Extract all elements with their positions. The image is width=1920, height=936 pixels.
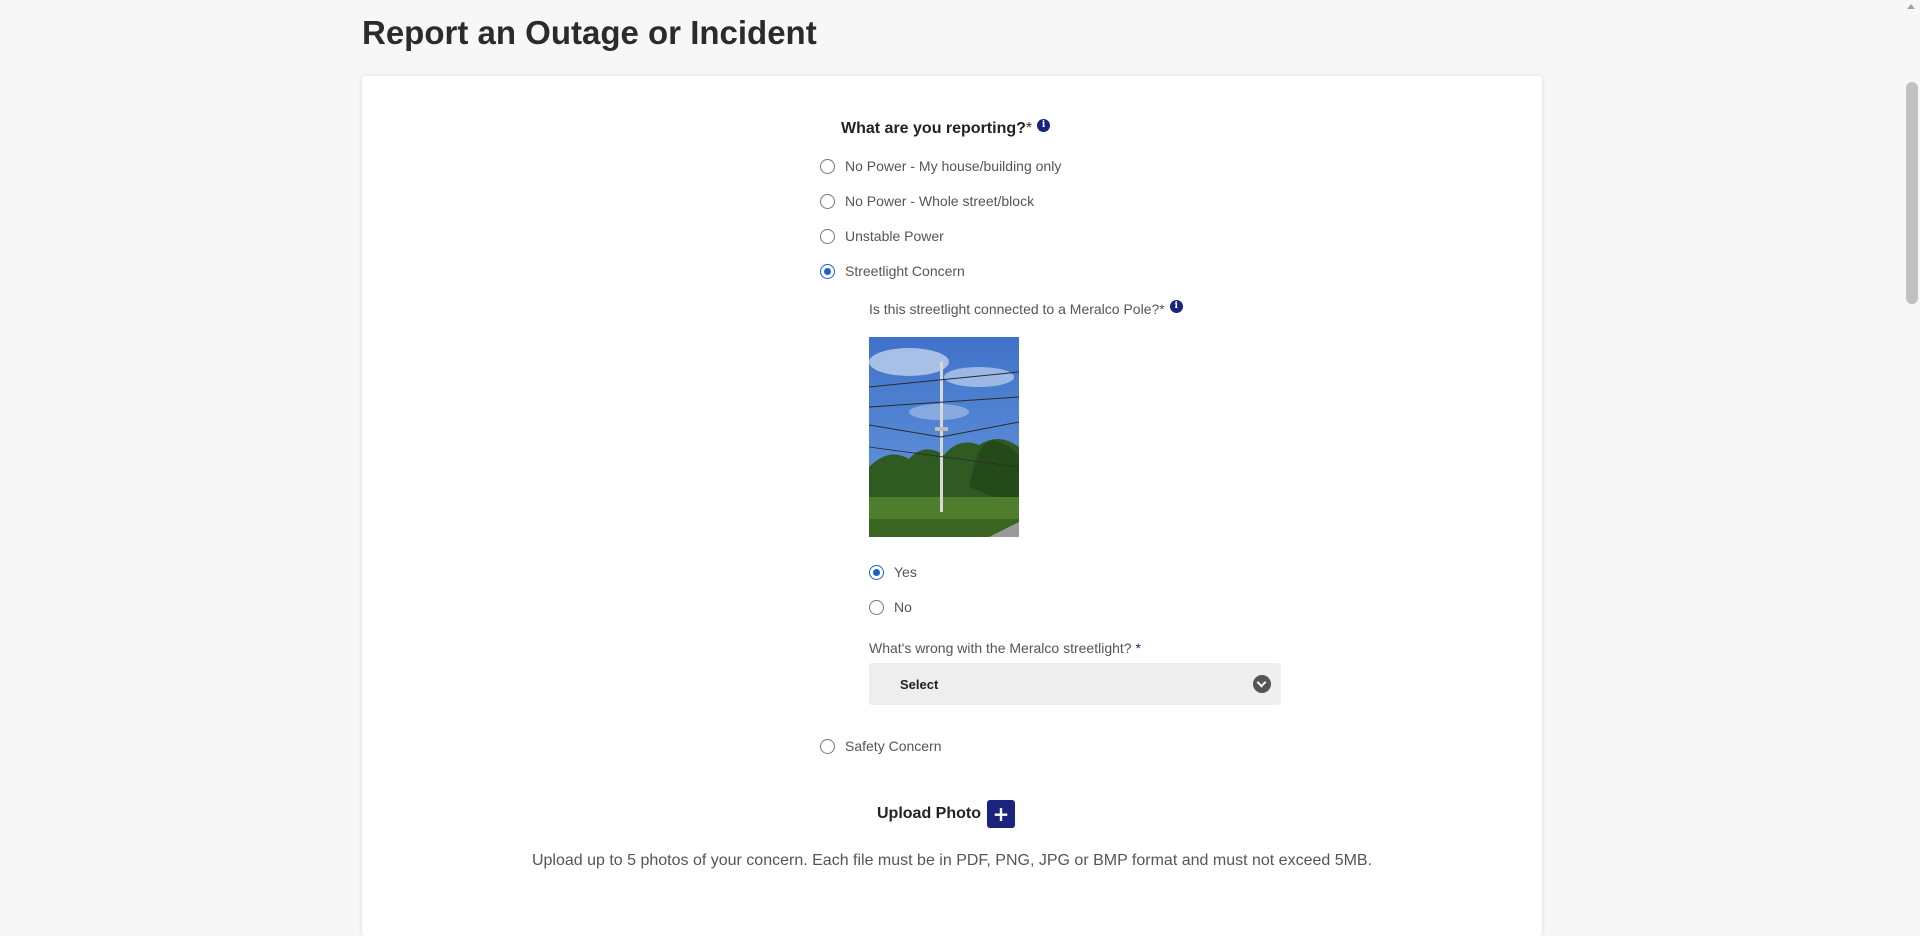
select-value: Select [900,676,939,692]
page-title: Report an Outage or Incident [362,14,817,51]
upload-photo-label: Upload Photo [877,805,981,822]
streetlight-problem-label-text: What's wrong with the Meralco streetligh… [869,640,1132,656]
option-label: Unstable Power [845,228,944,244]
option-label: Safety Concern [845,738,942,754]
radio-pole-no[interactable] [869,599,884,615]
streetlight-pole-question-label: Is this streetlight connected to a Meral… [869,301,1165,317]
radio-pole-yes[interactable] [869,564,884,580]
upload-instructions: Upload up to 5 photos of your concern. E… [531,852,1373,869]
radio-unstable-power[interactable] [820,228,835,244]
radio-streetlight-concern[interactable] [820,263,835,279]
option-label: No Power - My house/building only [845,158,1062,174]
scroll-up-arrow-icon[interactable] [1907,4,1915,9]
option-unstable-power[interactable]: Unstable Power [820,228,944,244]
option-pole-yes[interactable]: Yes [869,564,917,580]
option-streetlight-concern[interactable]: Streetlight Concern [820,263,965,279]
streetlight-problem-select[interactable]: Select [869,663,1281,705]
report-type-question: What are you reporting? * i [841,119,1051,138]
info-icon[interactable]: i [1169,300,1183,313]
utility-pole-photo [869,337,1019,537]
chevron-down-icon [1253,675,1271,693]
scrollbar-thumb[interactable] [1906,82,1918,304]
add-photo-button[interactable]: + [986,800,1015,828]
option-no-power-house[interactable]: No Power - My house/building only [820,158,1061,174]
option-pole-no[interactable]: No [869,599,912,615]
option-label: Yes [894,564,917,580]
streetlight-problem-label: What's wrong with the Meralco streetligh… [869,640,1141,656]
radio-no-power-house[interactable] [820,158,835,174]
radio-safety-concern[interactable] [820,738,835,754]
streetlight-pole-question: Is this streetlight connected to a Meral… [869,300,1183,317]
option-no-power-street[interactable]: No Power - Whole street/block [820,193,1034,209]
option-label: No [894,599,912,615]
utility-pole-image [869,337,1019,537]
page-scrollbar[interactable] [1903,0,1920,916]
radio-no-power-street[interactable] [820,193,835,209]
option-label: No Power - Whole street/block [845,193,1035,209]
upload-photo-section: Upload Photo + [877,800,1015,828]
option-label: Streetlight Concern [845,263,965,279]
option-safety-concern[interactable]: Safety Concern [820,738,942,754]
info-icon[interactable]: i [1037,119,1051,132]
required-mark: * [1135,640,1141,656]
report-type-question-label: What are you reporting? [841,120,1026,137]
required-mark: * [1025,120,1033,137]
